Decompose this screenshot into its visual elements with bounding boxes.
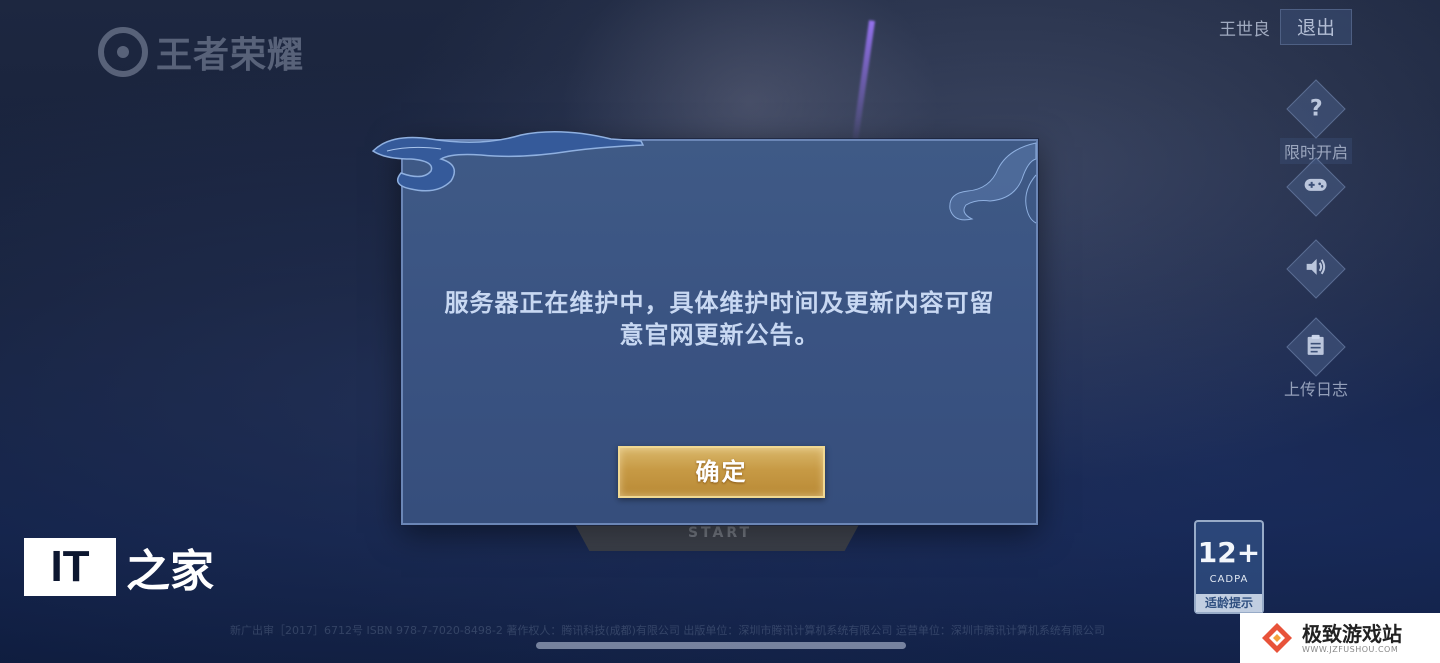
- ithome-logo-text: 之家: [126, 546, 214, 597]
- home-indicator[interactable]: [536, 642, 906, 649]
- gamepad-icon: [1286, 157, 1346, 217]
- gamepad-button[interactable]: [1276, 157, 1356, 217]
- upload-log-button[interactable]: 上传日志: [1276, 317, 1356, 400]
- clipboard-icon: [1286, 317, 1346, 377]
- ithome-logo-box: IT: [24, 538, 116, 596]
- site-watermark-url: WWW.JZFUSHOU.COM: [1302, 644, 1399, 654]
- cloud-swirl-ornament: [371, 131, 645, 192]
- site-watermark-title: 极致游戏站: [1302, 621, 1402, 646]
- game-logo: 王者荣耀: [98, 24, 304, 80]
- game-logo-text: 王者荣耀: [156, 35, 305, 76]
- start-button-label: START: [687, 525, 753, 541]
- account-bar: 王世良 退出: [1219, 9, 1352, 45]
- site-logo-icon: [1262, 623, 1292, 653]
- game-logo-icon: [98, 27, 148, 77]
- age-rating-badge[interactable]: 12+ CADPA 适龄提示: [1194, 520, 1264, 614]
- username: 王世良: [1219, 19, 1270, 40]
- sound-button[interactable]: [1276, 239, 1356, 299]
- limited-time-button[interactable]: ? 限时开启: [1276, 79, 1356, 164]
- ithome-watermark: IT 之家: [24, 535, 214, 599]
- upload-log-label: 上传日志: [1283, 380, 1348, 399]
- corner-swirl-ornament: [949, 142, 1037, 224]
- speaker-icon: [1286, 239, 1346, 299]
- confirm-button[interactable]: 确定: [618, 446, 825, 498]
- game-screen: 王者荣耀 王世良 退出 ? 限时开启 上传日志 START 服务器正在维护中，具…: [0, 0, 1440, 663]
- dialog-message: 服务器正在维护中，具体维护时间及更新内容可留意官网更新公告。: [444, 289, 995, 349]
- site-watermark: 极致游戏站 WWW.JZFUSHOU.COM: [1240, 613, 1440, 663]
- age-rating-tip: 适龄提示: [1196, 594, 1262, 612]
- maintenance-dialog: 服务器正在维护中，具体维护时间及更新内容可留意官网更新公告。 确定: [371, 131, 1038, 525]
- question-icon: ?: [1286, 79, 1346, 139]
- legal-footer: 新广出审［2017］6712号 ISBN 978-7-7020-8498-2 著…: [230, 624, 1105, 637]
- age-rating-org: CADPA: [1209, 574, 1249, 585]
- age-rating-value: 12+: [1197, 536, 1261, 569]
- logout-button[interactable]: 退出: [1280, 9, 1352, 45]
